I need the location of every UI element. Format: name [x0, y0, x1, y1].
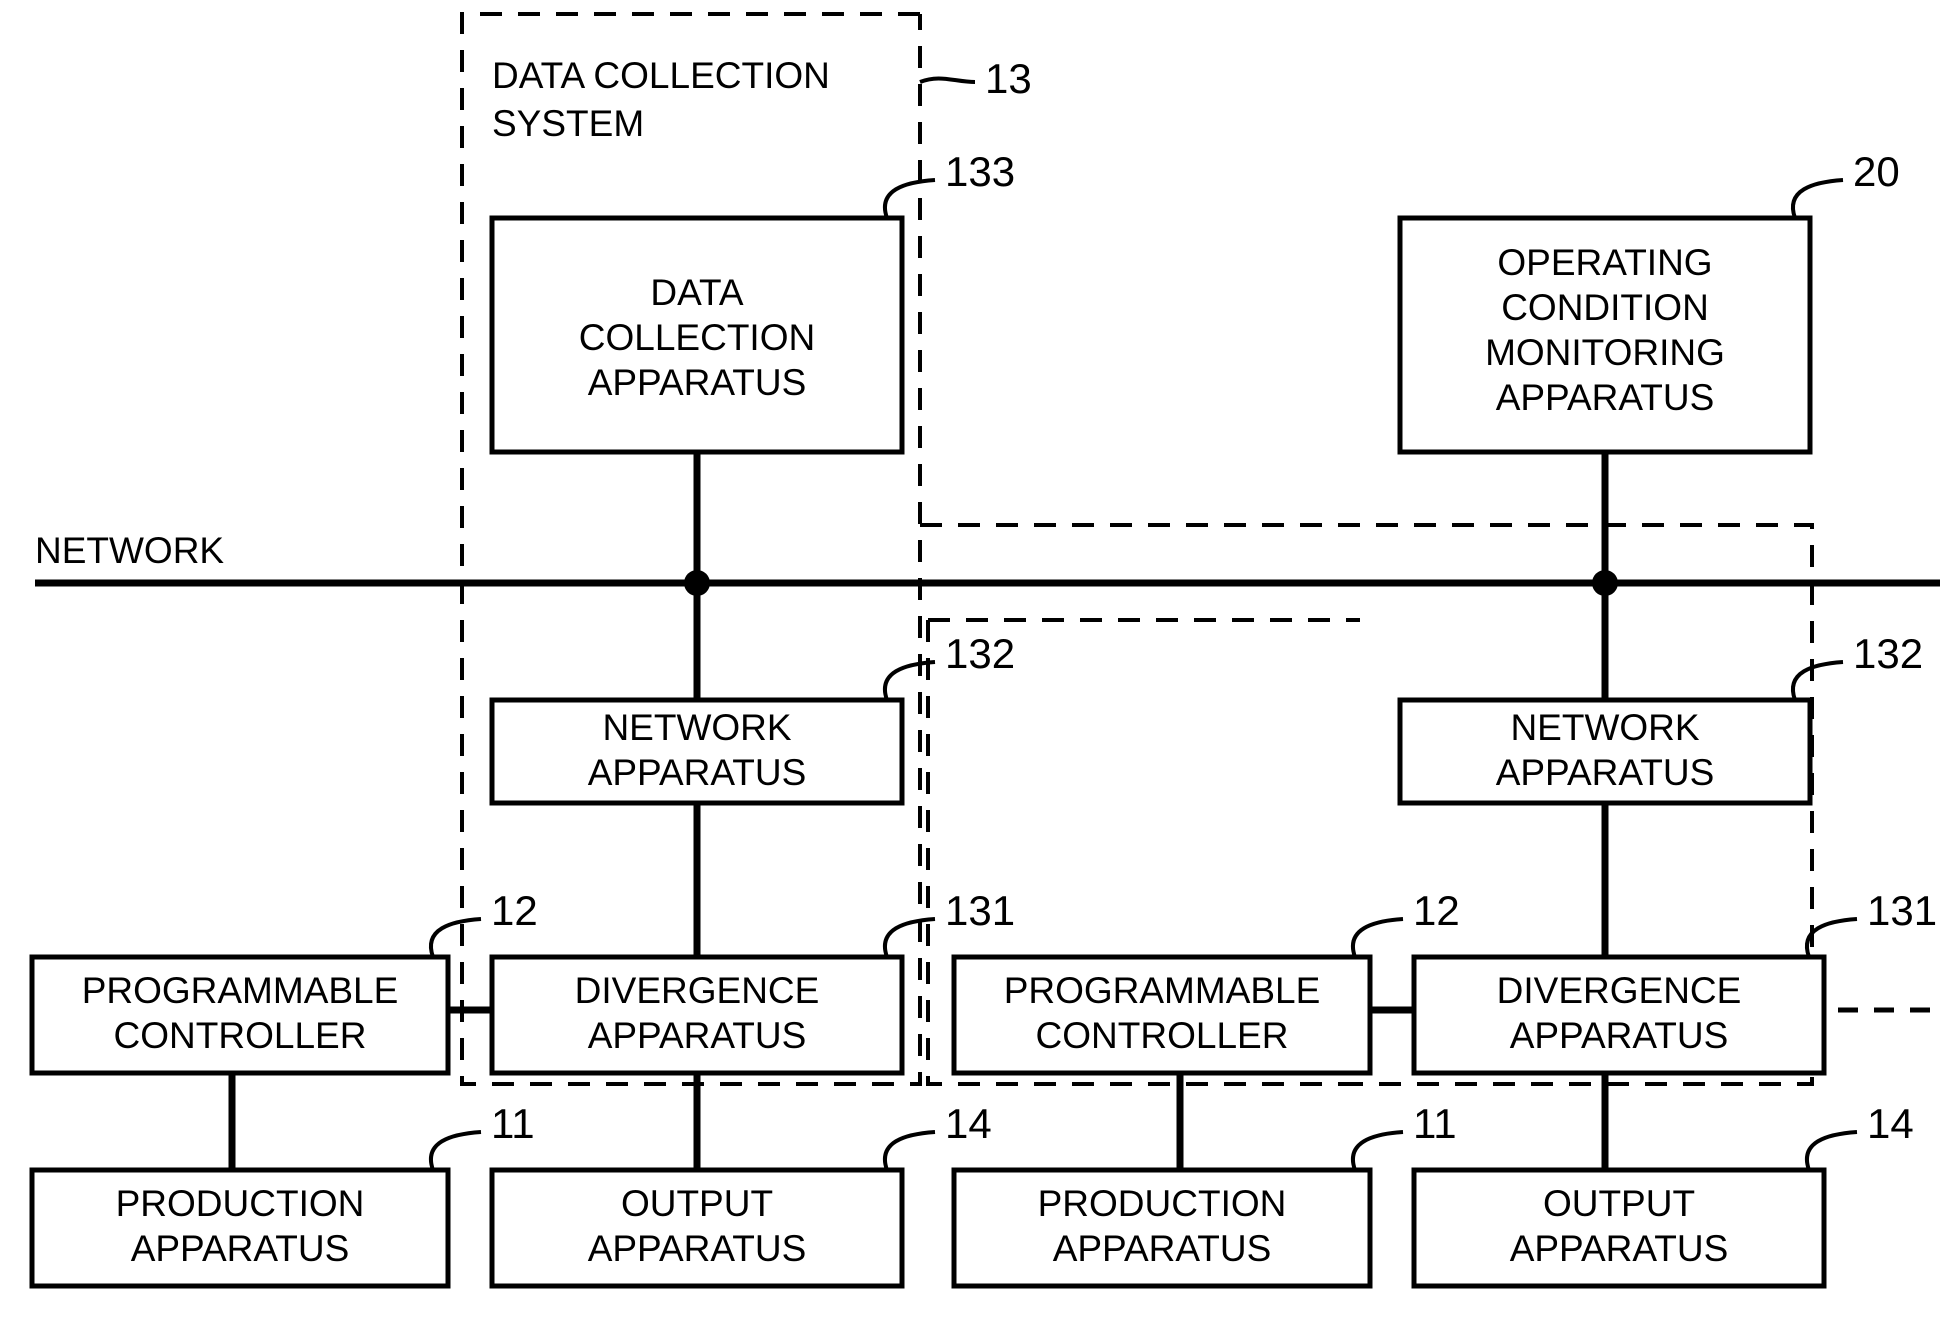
- box-label-dca-line1: DATA: [650, 272, 744, 313]
- leader-11-right: [1351, 1130, 1404, 1171]
- ref-number-131-right: 131: [1867, 887, 1937, 934]
- box-label-divergence-right-line2: APPARATUS: [1510, 1015, 1729, 1056]
- system-block-diagram: NETWORK DATA COLLECTION SYSTEM 13 DATA C…: [29, 12, 1940, 1289]
- box-label-plc-left-line2: CONTROLLER: [114, 1015, 367, 1056]
- ref-number-11-right: 11: [1413, 1100, 1457, 1147]
- ref-number-131-left: 131: [945, 887, 1015, 934]
- leader-132-right: [1791, 660, 1844, 701]
- box-label-dca-line3: APPARATUS: [588, 362, 807, 403]
- box-label-divergence-left-line2: APPARATUS: [588, 1015, 807, 1056]
- leader-13: [919, 76, 976, 84]
- box-label-divergence-left-line1: DIVERGENCE: [575, 970, 820, 1011]
- leader-133: [883, 178, 936, 219]
- ref-number-12-right: 12: [1413, 887, 1460, 934]
- ref-number-132-left: 132: [945, 630, 1015, 677]
- box-label-divergence-right-line1: DIVERGENCE: [1497, 970, 1742, 1011]
- box-label-output-left-line1: OUTPUT: [621, 1183, 773, 1224]
- region-title-line2: SYSTEM: [492, 103, 644, 144]
- leader-14-right: [1805, 1130, 1858, 1171]
- box-label-ocma-line1: OPERATING: [1497, 242, 1712, 283]
- box-label-output-left-line2: APPARATUS: [588, 1228, 807, 1269]
- box-label-ocma-line3: MONITORING: [1485, 332, 1725, 373]
- box-label-production-left-line2: APPARATUS: [131, 1228, 350, 1269]
- box-label-production-left-line1: PRODUCTION: [116, 1183, 365, 1224]
- network-bus-label: NETWORK: [35, 530, 224, 571]
- box-label-dca-line2: COLLECTION: [579, 317, 815, 358]
- leader-11-left: [429, 1130, 482, 1171]
- box-label-network-apparatus-right-line1: NETWORK: [1510, 707, 1699, 748]
- ref-number-14-right: 14: [1867, 1100, 1914, 1147]
- bus-junction-dot-right: [1592, 570, 1618, 596]
- leader-14-left: [883, 1130, 936, 1171]
- box-label-output-right-line1: OUTPUT: [1543, 1183, 1695, 1224]
- ref-number-20: 20: [1853, 148, 1900, 195]
- ref-number-132-right: 132: [1853, 630, 1923, 677]
- ref-number-14-left: 14: [945, 1100, 992, 1147]
- bus-junction-dot-left: [684, 570, 710, 596]
- leader-12-left: [429, 917, 482, 958]
- ref-number-11-left: 11: [491, 1100, 535, 1147]
- box-label-plc-left-line1: PROGRAMMABLE: [82, 970, 399, 1011]
- leader-12-right: [1351, 917, 1404, 958]
- box-label-network-apparatus-left-line2: APPARATUS: [588, 752, 807, 793]
- region-title-line1: DATA COLLECTION: [492, 55, 830, 96]
- patent-diagram-canvas: NETWORK DATA COLLECTION SYSTEM 13 DATA C…: [0, 0, 1940, 1334]
- box-label-production-right-line1: PRODUCTION: [1038, 1183, 1287, 1224]
- leader-131-right: [1805, 917, 1858, 958]
- box-label-production-right-line2: APPARATUS: [1053, 1228, 1272, 1269]
- box-label-output-right-line2: APPARATUS: [1510, 1228, 1729, 1269]
- ref-number-13: 13: [985, 55, 1032, 102]
- ref-number-133: 133: [945, 148, 1015, 195]
- box-label-plc-right-line2: CONTROLLER: [1036, 1015, 1289, 1056]
- box-label-network-apparatus-left-line1: NETWORK: [602, 707, 791, 748]
- box-label-ocma-line4: APPARATUS: [1496, 377, 1715, 418]
- leader-20: [1791, 178, 1844, 219]
- box-label-network-apparatus-right-line2: APPARATUS: [1496, 752, 1715, 793]
- box-label-ocma-line2: CONDITION: [1501, 287, 1709, 328]
- ref-number-12-left: 12: [491, 887, 538, 934]
- box-label-plc-right-line1: PROGRAMMABLE: [1004, 970, 1321, 1011]
